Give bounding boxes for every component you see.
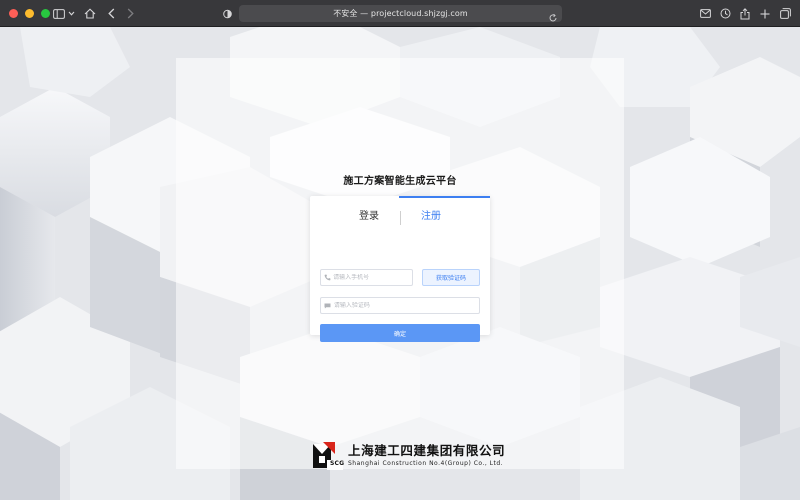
forward-icon[interactable] (125, 6, 135, 21)
company-name-cn: 上海建工四建集团有限公司 (348, 443, 506, 458)
phone-input[interactable] (333, 274, 412, 281)
verification-code-input[interactable] (333, 302, 479, 309)
back-icon[interactable] (106, 6, 116, 21)
page-title: 施工方案智能生成云平台 (343, 176, 457, 187)
logo-mark-text: SCG (330, 460, 345, 467)
company-name: 上海建工四建集团有限公司 Shanghai Construction No.4(… (348, 444, 505, 468)
home-icon[interactable] (83, 6, 96, 21)
chevron-down-icon[interactable] (67, 6, 75, 21)
get-code-button[interactable]: 获取验证码 (422, 269, 480, 286)
tab-register[interactable]: 注册 (386, 210, 476, 224)
verification-code-field (320, 297, 480, 314)
phone-icon (321, 274, 333, 281)
new-tab-icon[interactable] (759, 6, 771, 21)
auth-card: 登录 注册 获取验证码 确定 (310, 196, 490, 342)
sidebar-icon[interactable] (52, 6, 66, 21)
mail-icon[interactable] (699, 6, 711, 21)
share-icon[interactable] (739, 6, 751, 21)
auth-tabs: 登录 注册 (310, 210, 490, 226)
submit-button[interactable]: 确定 (320, 324, 480, 342)
scg-logo-mark: SCG (313, 442, 345, 470)
privacy-shield-icon[interactable] (222, 6, 232, 21)
traffic-lights (9, 9, 50, 18)
message-icon (321, 303, 334, 309)
url-host: projectcloud.shjzgj.com (370, 9, 468, 18)
company-name-en: Shanghai Construction No.4(Group) Co., L… (348, 460, 504, 467)
company-logo: SCG 上海建工四建集团有限公司 Shanghai Construction N… (313, 441, 505, 471)
browser-window: 不安全 — projectcloud.shjzgj.com 施工方案智能生成云平… (0, 0, 800, 500)
browser-toolbar: 不安全 — projectcloud.shjzgj.com (0, 0, 800, 27)
active-tab-indicator (399, 196, 490, 198)
security-warning: 不安全 — (333, 9, 369, 18)
phone-field (320, 269, 413, 286)
zoom-window-button[interactable] (41, 9, 50, 18)
minimize-window-button[interactable] (25, 9, 34, 18)
reload-icon[interactable] (548, 8, 558, 27)
address-text: 不安全 — projectcloud.shjzgj.com (333, 8, 468, 19)
history-icon[interactable] (719, 6, 731, 21)
web-page: 施工方案智能生成云平台 登录 注册 获取验证码 确定 (0, 27, 800, 500)
tabs-overview-icon[interactable] (779, 6, 791, 21)
address-bar[interactable]: 不安全 — projectcloud.shjzgj.com (239, 5, 562, 22)
close-window-button[interactable] (9, 9, 18, 18)
